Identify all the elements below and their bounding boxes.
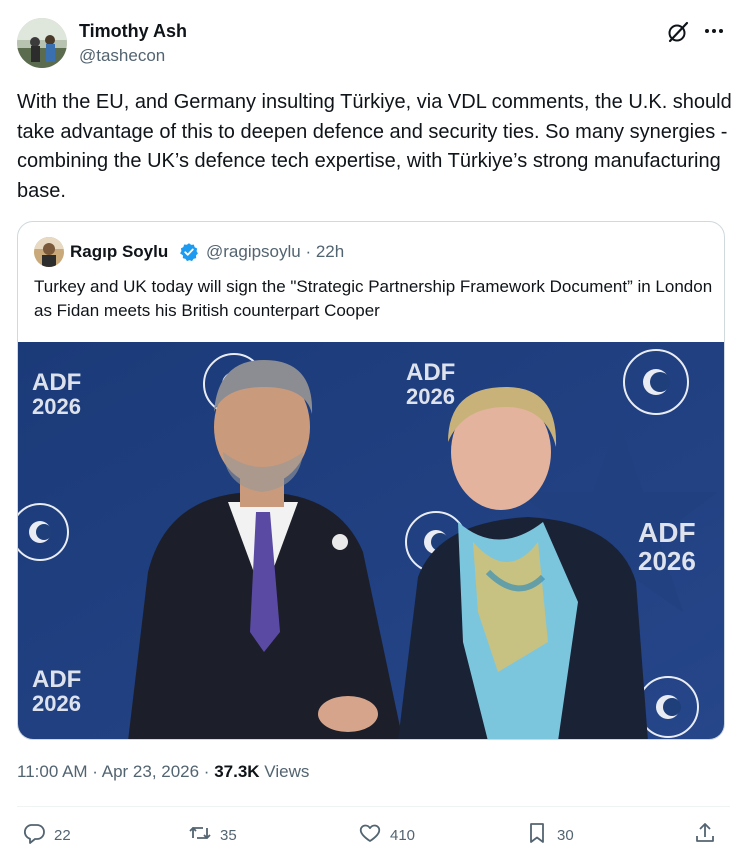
tweet: Timothy Ash @tashecon With the EU, and G…: [0, 0, 747, 856]
signage-text: 2026: [638, 546, 696, 576]
verified-badge-icon: [179, 242, 199, 262]
quoted-tweet[interactable]: Ragıp Soylu @ragipsoylu · 22h Turkey and…: [17, 221, 725, 740]
reply-button[interactable]: 22: [22, 822, 71, 848]
share-icon: [693, 821, 717, 849]
quoted-author-name[interactable]: Ragıp Soylu: [70, 242, 168, 262]
views-count: 37.3K: [214, 762, 260, 781]
quoted-avatar[interactable]: [34, 237, 64, 267]
author-name[interactable]: Timothy Ash: [79, 21, 187, 42]
author-handle[interactable]: @tashecon: [79, 46, 165, 66]
like-button[interactable]: 410: [358, 822, 415, 848]
signage-text: ADF: [32, 666, 81, 693]
reply-icon: [22, 821, 46, 849]
share-button[interactable]: [693, 822, 717, 848]
divider: [17, 806, 730, 807]
bookmark-icon: [525, 821, 549, 849]
author-avatar[interactable]: [17, 18, 67, 68]
more-icon[interactable]: [701, 18, 727, 44]
quoted-photo[interactable]: ADF 2026 ADF 2026 ADF 2026 ADF 2026: [18, 342, 724, 739]
reply-count: 22: [54, 826, 71, 844]
quoted-handle-time[interactable]: @ragipsoylu · 22h: [206, 242, 344, 262]
views-label: Views: [259, 762, 310, 781]
signage-text: 2026: [32, 394, 81, 419]
signage-text: 2026: [32, 691, 81, 716]
tweet-meta: 11:00 AM · Apr 23, 2026 · 37.3K Views: [17, 762, 309, 782]
heart-icon: [358, 821, 382, 849]
like-count: 410: [390, 826, 416, 844]
signage-text: 2026: [406, 384, 455, 409]
timestamp[interactable]: 11:00 AM · Apr 23, 2026 ·: [17, 762, 214, 781]
quoted-text: Turkey and UK today will sign the "Strat…: [34, 277, 713, 320]
grok-icon[interactable]: [666, 20, 690, 44]
bookmark-count: 30: [557, 826, 574, 844]
retweet-icon: [188, 821, 212, 849]
signage-text: ADF: [406, 359, 455, 386]
signage-text: ADF: [32, 369, 81, 396]
tweet-text: With the EU, and Germany insulting Türki…: [17, 91, 732, 202]
retweet-count: 35: [220, 826, 237, 844]
retweet-button[interactable]: 35: [188, 822, 237, 848]
bookmark-button[interactable]: 30: [525, 822, 574, 848]
signage-text: ADF: [638, 517, 696, 548]
